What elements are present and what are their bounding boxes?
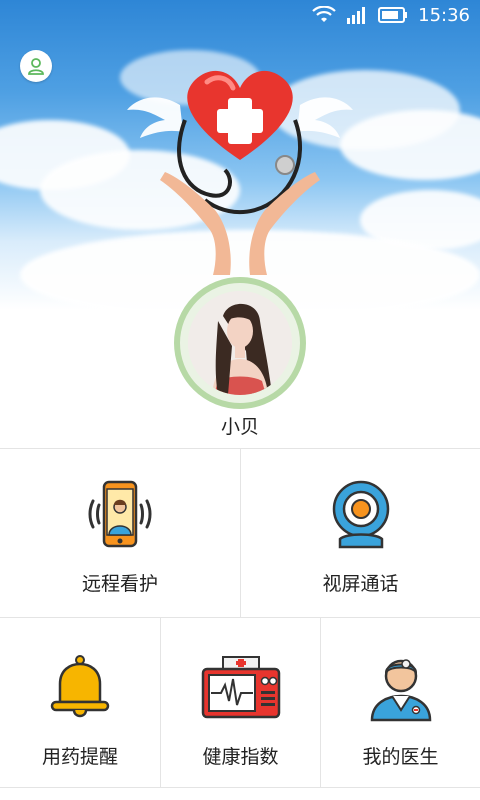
status-bar: 15:36 [0, 0, 480, 30]
header-banner [0, 0, 480, 310]
video-call-button[interactable]: 视屏通话 [240, 449, 480, 617]
user-profile-button[interactable] [20, 50, 52, 82]
battery-icon [378, 7, 408, 23]
phone-video-icon [80, 479, 160, 549]
doctor-icon [361, 652, 441, 722]
bell-icon [40, 652, 120, 722]
remote-care-label: 远程看护 [81, 573, 158, 595]
video-call-label: 视屏通话 [322, 573, 399, 595]
heart-logo-icon [127, 70, 353, 275]
profile-name: 小贝 [220, 416, 259, 438]
menu-row-1: 远程看护 视屏通话 [0, 448, 480, 618]
avatar [188, 291, 292, 395]
wifi-icon [312, 6, 336, 22]
medication-reminder-button[interactable]: 用药提醒 [0, 618, 160, 787]
avatar-image [188, 291, 292, 395]
health-index-button[interactable]: 健康指数 [160, 618, 320, 787]
heart-monitor-icon [201, 652, 281, 722]
medication-reminder-label: 用药提醒 [41, 746, 118, 768]
user-icon [28, 58, 44, 75]
status-time: 15:36 [418, 4, 470, 26]
my-doctor-label: 我的医生 [362, 746, 439, 768]
health-index-label: 健康指数 [202, 746, 279, 768]
remote-care-button[interactable]: 远程看护 [0, 449, 240, 617]
my-doctor-button[interactable]: 我的医生 [320, 618, 480, 787]
menu-row-2: 用药提醒 健康指数 我的医生 [0, 618, 480, 788]
webcam-icon [321, 479, 401, 549]
signal-icon [347, 7, 366, 24]
avatar-ring[interactable] [174, 277, 306, 409]
